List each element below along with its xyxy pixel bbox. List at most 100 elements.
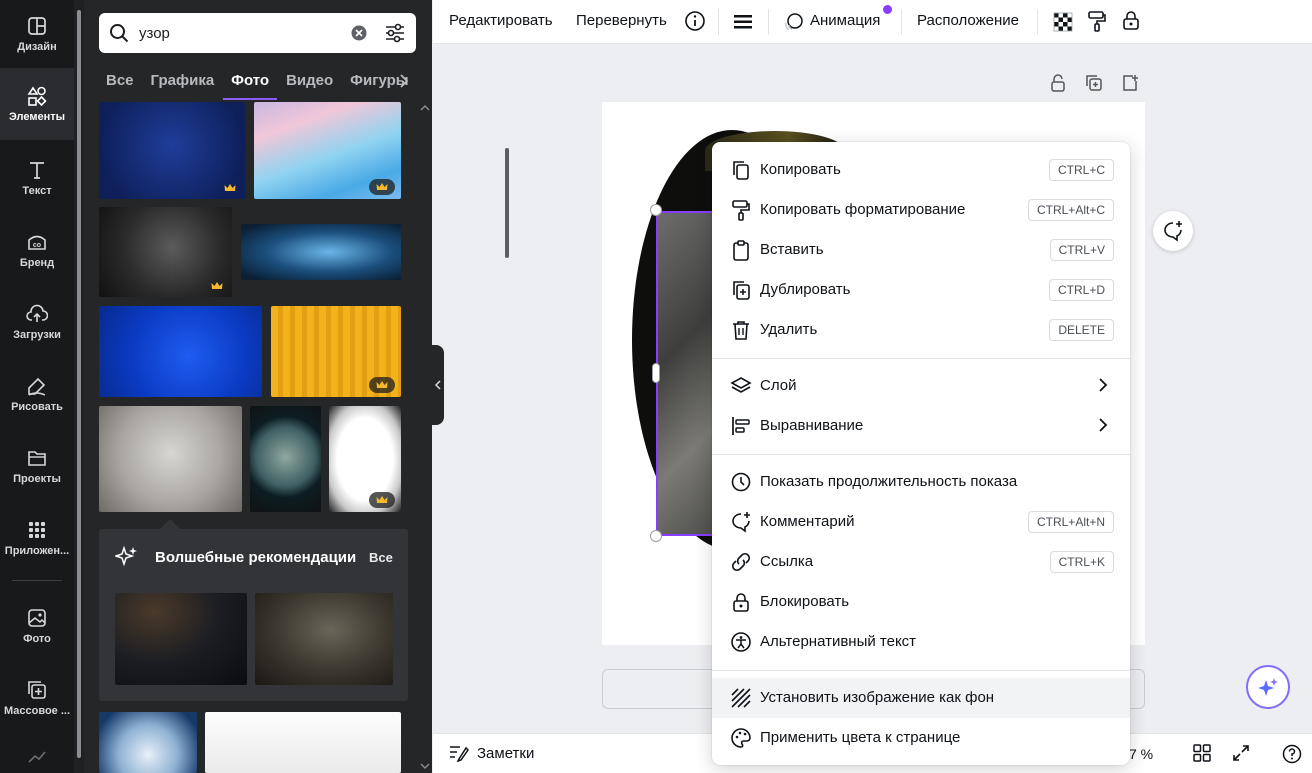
border-style-icon[interactable] [733, 12, 753, 32]
zoom-level[interactable]: 7 % [1129, 746, 1153, 762]
menu-item-copy-style[interactable]: Копировать форматирование CTRL+Alt+C [712, 190, 1130, 230]
notes-button[interactable]: Заметки [449, 744, 534, 762]
menu-label: Слой [760, 377, 797, 394]
fullscreen-icon[interactable] [1232, 744, 1250, 762]
menu-item-show-timing[interactable]: Показать продолжительность показа [712, 462, 1130, 502]
menu-item-apply-colors[interactable]: Применить цвета к странице [712, 718, 1130, 758]
tab-videos[interactable]: Видео [286, 68, 333, 100]
photo-thumbnail[interactable] [255, 593, 393, 685]
menu-label: Вставить [760, 241, 824, 258]
menu-item-alt-text[interactable]: Альтернативный текст [712, 622, 1130, 662]
magic-see-all-link[interactable]: Все [369, 550, 393, 565]
grid-view-icon[interactable] [1193, 744, 1211, 762]
context-menu: Копировать CTRL+C Копировать форматирова… [712, 142, 1130, 765]
menu-item-duplicate[interactable]: Дублировать CTRL+D [712, 270, 1130, 310]
lock-icon[interactable] [1120, 9, 1142, 31]
menu-item-layer[interactable]: Слой [712, 366, 1130, 406]
photo-thumbnail[interactable] [271, 306, 401, 397]
rail-scrollbar[interactable] [74, 0, 84, 773]
shortcut-badge: CTRL+Alt+N [1027, 511, 1114, 533]
rail-item-design[interactable]: Дизайн [0, 0, 74, 68]
photo-thumbnail[interactable] [99, 306, 262, 397]
paint-roller-icon[interactable] [1086, 10, 1108, 32]
shortcut-badge: CTRL+K [1049, 551, 1114, 573]
resize-handle-left[interactable] [652, 363, 660, 383]
menu-item-align[interactable]: Выравнивание [712, 406, 1130, 446]
photo-thumbnail[interactable] [241, 224, 401, 280]
menu-label: Выравнивание [760, 417, 864, 434]
rail-label: Фото [23, 633, 51, 645]
photo-thumbnail[interactable] [329, 406, 401, 512]
notification-dot [883, 5, 892, 14]
rail-item-bulk-create[interactable]: Массовое ... [0, 664, 74, 732]
filter-sliders-icon[interactable] [384, 22, 406, 44]
shortcut-badge: DELETE [1049, 319, 1114, 341]
photo-icon [28, 609, 46, 627]
rail-item-projects[interactable]: Проекты [0, 432, 74, 500]
premium-crown-icon [221, 181, 239, 195]
animation-icon[interactable] [783, 11, 805, 33]
chevron-right-icon[interactable] [399, 74, 409, 88]
collapse-panel-button[interactable] [432, 345, 444, 425]
photo-thumbnail[interactable] [205, 712, 401, 773]
photo-thumbnail[interactable] [115, 593, 247, 685]
rail-item-draw[interactable]: Рисовать [0, 360, 74, 428]
menu-label: Показать продолжительность показа [760, 473, 1018, 490]
clear-search-icon[interactable] [351, 25, 367, 41]
duplicate-page-icon[interactable] [1085, 74, 1103, 92]
tab-graphics[interactable]: Графика [151, 68, 215, 100]
scroll-down-icon[interactable] [420, 762, 430, 770]
page-lock-icon[interactable] [1049, 74, 1067, 92]
menu-item-paste[interactable]: Вставить CTRL+V [712, 230, 1130, 270]
flip-button[interactable]: Перевернуть [576, 12, 667, 29]
magic-title: Волшебные рекомендации [155, 549, 357, 566]
tab-all[interactable]: Все [106, 68, 134, 100]
transparency-icon[interactable] [1052, 11, 1074, 33]
layout-icon [28, 17, 46, 35]
resize-handle-bottom-left[interactable] [650, 530, 662, 542]
premium-crown-icon [208, 279, 226, 293]
add-page-icon[interactable] [1121, 74, 1139, 92]
menu-item-copy[interactable]: Копировать CTRL+C [712, 150, 1130, 190]
premium-crown-icon [369, 179, 395, 195]
photo-thumbnail[interactable] [99, 406, 242, 512]
rail-item-uploads[interactable]: Загрузки [0, 288, 74, 356]
rail-item-elements[interactable]: Элементы [0, 68, 74, 140]
photo-thumbnail[interactable] [99, 102, 245, 199]
photo-thumbnail[interactable] [99, 712, 197, 773]
rail-item-apps[interactable]: Приложен... [0, 504, 74, 572]
search-input[interactable] [139, 21, 339, 45]
menu-item-comment[interactable]: Комментарий CTRL+Alt+N [712, 502, 1130, 542]
add-comment-button[interactable] [1153, 211, 1193, 251]
rail-item-brand[interactable]: co Бренд [0, 216, 74, 284]
menu-label: Альтернативный текст [760, 633, 917, 650]
menu-item-lock[interactable]: Блокировать [712, 582, 1130, 622]
rail-item-photo[interactable]: Фото [0, 592, 74, 660]
panel-scrollbar[interactable] [501, 100, 513, 773]
photo-thumbnail[interactable] [254, 102, 401, 199]
magic-assistant-button[interactable] [1246, 665, 1290, 709]
top-toolbar: Редактировать Перевернуть Анимация Распо… [433, 0, 1312, 44]
copy-icon [733, 161, 749, 180]
info-icon[interactable] [684, 10, 706, 32]
resize-handle-top-left[interactable] [650, 204, 662, 216]
scroll-up-icon[interactable] [420, 104, 430, 112]
rail-label: Текст [22, 185, 52, 197]
edit-image-button[interactable]: Редактировать [449, 12, 553, 29]
rail-item-text[interactable]: Текст [0, 144, 74, 212]
more-apps-icon[interactable] [28, 750, 46, 764]
help-icon[interactable] [1282, 744, 1302, 764]
rail-label: Бренд [19, 257, 55, 269]
animation-button[interactable]: Анимация [810, 12, 880, 29]
search-box [99, 13, 416, 53]
photo-thumbnail[interactable] [99, 207, 232, 297]
menu-item-set-as-background[interactable]: Установить изображение как фон [712, 678, 1130, 718]
menu-item-link[interactable]: Ссылка CTRL+K [712, 542, 1130, 582]
photo-thumbnail[interactable] [250, 406, 321, 512]
magic-recommendations: Волшебные рекомендации Все [99, 529, 408, 701]
tab-photos[interactable]: Фото [223, 68, 277, 100]
premium-crown-icon [369, 492, 395, 508]
menu-label: Дублировать [760, 281, 851, 298]
position-button[interactable]: Расположение [917, 12, 1019, 29]
menu-item-delete[interactable]: Удалить DELETE [712, 310, 1130, 350]
